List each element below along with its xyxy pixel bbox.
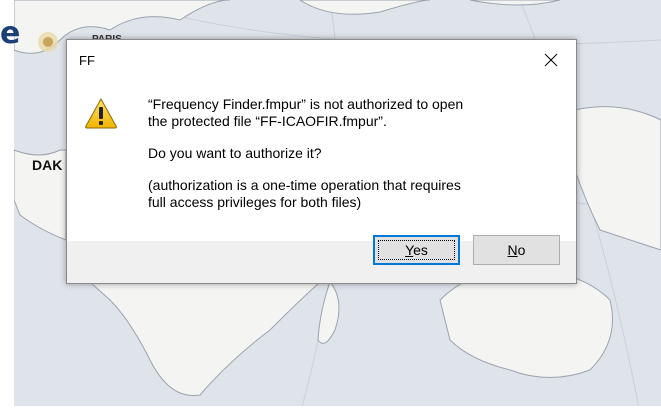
no-button[interactable]: No: [473, 235, 560, 265]
dialog-body: “Frequency Finder.fmpur” is not authoriz…: [67, 82, 576, 241]
dialog-titlebar[interactable]: FF: [67, 40, 576, 82]
window-edge-bottom: [0, 406, 661, 414]
focus-ring: [378, 240, 455, 260]
close-button[interactable]: [529, 44, 573, 76]
message-line-2: the protected file “FF-ICAOFIR.fmpur”.: [148, 113, 387, 129]
dialog-message: “Frequency Finder.fmpur” is not authoriz…: [148, 96, 553, 211]
warning-icon: [85, 97, 117, 129]
no-button-label: No: [507, 242, 526, 258]
city-label-dakar: DAK: [32, 157, 63, 173]
authorization-dialog: FF “Frequency Finder.fmpur” is not autho…: [66, 39, 577, 284]
message-note-line-2: full access privileges for both files): [148, 194, 362, 210]
yes-button[interactable]: Yes: [373, 235, 460, 265]
message-note-line-1: (authorization is a one-time operation t…: [148, 177, 461, 193]
background-title-fragment: e: [0, 16, 21, 51]
message-line-1: “Frequency Finder.fmpur” is not authoriz…: [148, 96, 464, 112]
window-edge-left: [0, 0, 14, 414]
dialog-title: FF: [79, 53, 95, 68]
message-question: Do you want to authorize it?: [148, 145, 322, 161]
close-icon: [544, 53, 558, 67]
